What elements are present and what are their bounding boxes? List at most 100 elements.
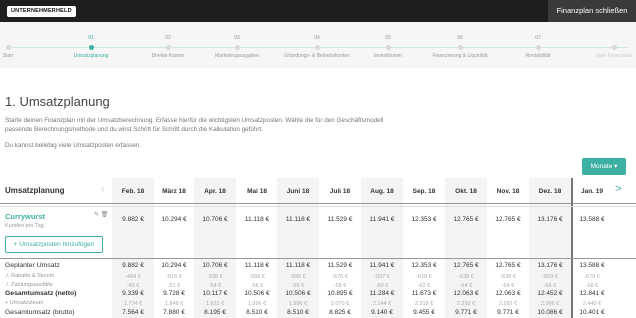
step-5[interactable]: 05 Investitionen: [353, 35, 423, 59]
summary-value-cell: 11.118 €: [244, 262, 270, 269]
step-6[interactable]: 06 Finanzierung & Liquidität: [425, 35, 495, 59]
summary-value-cell: 1.996 €: [288, 301, 308, 307]
row-separator: [0, 206, 636, 207]
summary-value-cell: 10.117 €: [202, 290, 228, 297]
summary-value-cell: -68 €: [585, 283, 599, 289]
month-header: Juli 18: [329, 188, 351, 195]
summary-value-cell: 7.564 €: [122, 309, 144, 316]
step-2[interactable]: 02 Direkte Kosten: [133, 35, 203, 59]
item-value-cell: 9.882 €: [122, 216, 144, 223]
summary-value-cell: 9.771 €: [497, 309, 519, 316]
item-value-cell: 13.588 €: [579, 216, 605, 223]
summary-value-cell: 10.086 €: [537, 309, 563, 316]
page-title: 1. Umsatzplanung: [5, 94, 110, 109]
summary-value-cell: -56 €: [250, 283, 264, 289]
month-header: Apr. 18: [204, 188, 226, 195]
summary-value-cell: -535 €: [207, 274, 223, 280]
trash-icon[interactable]: 🗑: [101, 212, 109, 218]
step-dot: [5, 45, 11, 50]
step-number: [0, 35, 43, 42]
month-header: Mai 18: [247, 188, 267, 195]
step-number: 03: [234, 35, 240, 41]
summary-value-cell: 2.218 €: [414, 301, 434, 307]
next-months-arrow[interactable]: >: [615, 183, 621, 195]
step-0[interactable]: Start: [0, 35, 43, 59]
summary-value-cell: 12.063 €: [495, 290, 521, 297]
step-dot: [385, 45, 391, 50]
revenue-item-name[interactable]: Currywurst: [5, 212, 45, 221]
month-header: Aug. 18: [370, 188, 394, 195]
summary-value-cell: -659 €: [542, 274, 558, 280]
step-number: [579, 35, 636, 42]
month-header: Nov. 18: [496, 188, 520, 195]
brand-logo[interactable]: UNTERNEHMERHELD: [7, 6, 76, 17]
summary-value-cell: -494 €: [125, 274, 141, 280]
summary-value-cell: -576 €: [332, 274, 348, 280]
summary-value-cell: 9.728 €: [163, 290, 185, 297]
item-value-cell: 10.706 €: [202, 216, 228, 223]
summary-value-cell: 1.922 €: [205, 301, 225, 307]
month-header: Jan. 19: [580, 188, 604, 195]
summary-value-cell: -618 €: [416, 274, 432, 280]
prev-months-arrow[interactable]: ‹: [101, 184, 104, 195]
item-value-cell: 12.353 €: [411, 216, 437, 223]
summary-row-label: ./. Zahlungsausfälle: [5, 282, 53, 288]
step-3[interactable]: 03 Marketingausgaben: [202, 35, 272, 59]
summary-value-cell: 2.070 €: [330, 301, 350, 307]
month-header: März 18: [162, 188, 186, 195]
step-label: Umsatzplanung: [73, 53, 109, 59]
summary-value-cell: -64 €: [501, 283, 515, 289]
top-bar: UNTERNEHMERHELD Finanzplan schließen: [0, 0, 636, 22]
item-tools: ✎ 🗑: [94, 211, 108, 218]
step-dot: [88, 45, 94, 50]
step-label: Investitionen: [373, 53, 403, 59]
step-1[interactable]: 01 Umsatzplanung: [56, 35, 126, 59]
item-value-cell: 13.176 €: [537, 216, 563, 223]
table-title: Umsatzplanung: [5, 186, 65, 195]
step-8[interactable]: Dein Finanzplan: [579, 35, 636, 59]
step-label: Marketingausgaben: [215, 53, 259, 59]
step-dot: [234, 45, 240, 50]
summary-value-cell: -56 €: [291, 283, 305, 289]
step-label: Start: [2, 53, 14, 59]
summary-value-cell: -54 €: [208, 283, 222, 289]
summary-value-cell: 11.529 €: [327, 262, 353, 269]
step-7[interactable]: 07 Rentabilität: [503, 35, 573, 59]
summary-value-cell: 8.825 €: [329, 309, 351, 316]
summary-value-cell: 2.144 €: [372, 301, 392, 307]
summary-row-label: Geplanter Umsatz: [5, 262, 60, 269]
step-label: Direkte Kosten: [151, 53, 185, 59]
summary-value-cell: -638 €: [458, 274, 474, 280]
summary-value-cell: -62 €: [417, 283, 431, 289]
summary-separator: [0, 258, 636, 259]
summary-value-cell: 9.771 €: [455, 309, 477, 316]
item-value-cell: 12.765 €: [453, 216, 479, 223]
close-plan-button[interactable]: Finanzplan schließen: [548, 0, 636, 22]
summary-value-cell: 12.765 €: [453, 262, 479, 269]
period-dropdown[interactable]: Monate ▾: [582, 158, 626, 175]
summary-value-cell: 9.339 €: [122, 290, 144, 297]
summary-value-cell: -638 €: [500, 274, 516, 280]
summary-value-cell: 12.063 €: [453, 290, 479, 297]
summary-value-cell: -58 €: [333, 283, 347, 289]
summary-value-cell: 1.774 €: [123, 301, 143, 307]
summary-value-cell: 7.880 €: [163, 309, 185, 316]
summary-value-cell: -597 €: [374, 274, 390, 280]
summary-value-cell: 8.195 €: [204, 309, 226, 316]
summary-value-cell: 8.510 €: [287, 309, 309, 316]
step-number: 02: [165, 35, 171, 41]
summary-value-cell: 11.284 €: [369, 290, 395, 297]
step-4[interactable]: 04 Gründungs- & Betriebskosten: [282, 35, 352, 59]
item-value-cell: 12.765 €: [495, 216, 521, 223]
step-dot: [314, 45, 320, 50]
summary-value-cell: 10.294 €: [161, 262, 187, 269]
summary-value-cell: -49 €: [126, 283, 140, 289]
summary-value-cell: -66 €: [543, 283, 557, 289]
edit-icon[interactable]: ✎: [94, 212, 99, 218]
item-value-cell: 11.941 €: [369, 216, 395, 223]
intro-hint: Du kannst beliebig viele Umsatzposten er…: [5, 142, 142, 149]
month-header: Feb. 18: [121, 188, 145, 195]
summary-value-cell: 13.176 €: [537, 262, 563, 269]
summary-row-label: Gesamtumsatz (netto): [5, 290, 77, 297]
add-revenue-item-button[interactable]: + Umsatzposten hinzufügen: [5, 236, 103, 253]
